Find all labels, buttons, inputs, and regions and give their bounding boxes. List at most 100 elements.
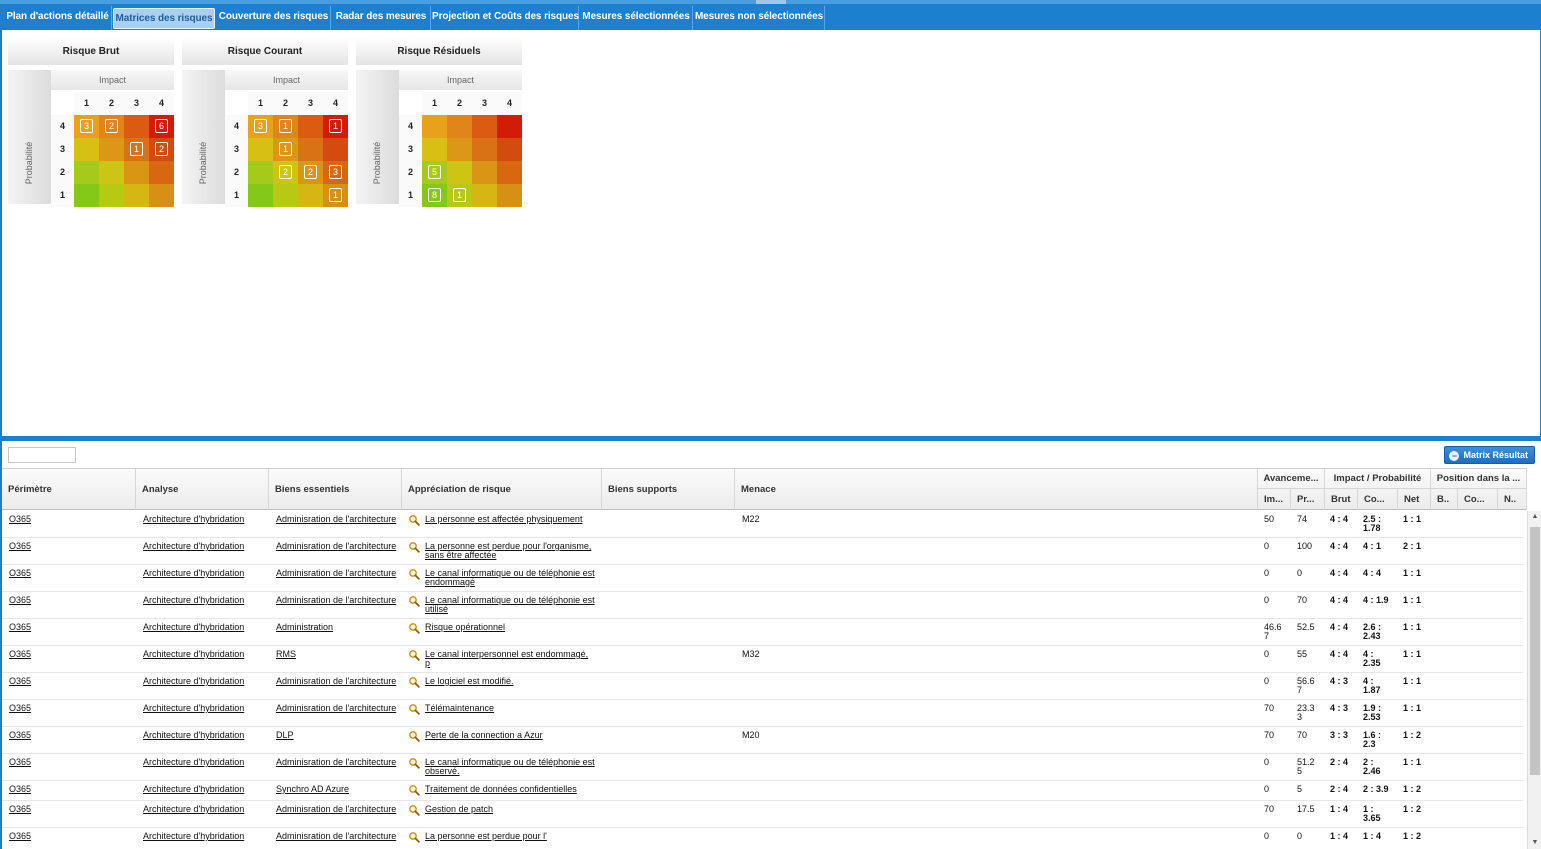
risk-count-badge[interactable]: 2 — [105, 119, 118, 133]
matrix-cell[interactable] — [298, 115, 323, 138]
matrix-cell[interactable] — [99, 138, 124, 161]
col-pos-brut[interactable]: B.. — [1431, 489, 1458, 510]
cell-appreciation[interactable]: Le canal informatique ou de téléphonie e… — [425, 596, 595, 614]
cell-perimetre[interactable]: O365 — [9, 805, 31, 814]
cell-bien-essentiel[interactable]: Adminisration de l'architecture — [276, 596, 396, 605]
table-row[interactable]: O365 Architecture d'hybridation Adminisrat… — [2, 754, 1523, 781]
matrix-cell[interactable] — [472, 184, 497, 207]
matrix-cell[interactable] — [74, 138, 99, 161]
matrix-cell[interactable]: 5 — [422, 161, 447, 184]
col-appreciation[interactable]: Appréciation de risque — [402, 469, 602, 510]
matrix-cell[interactable] — [298, 184, 323, 207]
matrix-cell[interactable] — [497, 184, 522, 207]
matrix-cell[interactable] — [447, 138, 472, 161]
cell-bien-essentiel[interactable]: RMS — [276, 650, 296, 659]
matrix-cell[interactable]: 2 — [99, 115, 124, 138]
magnifier-icon[interactable] — [408, 804, 420, 816]
table-row[interactable]: O365 Architecture d'hybridation Adminisrat… — [2, 801, 1523, 828]
col-ip-courant[interactable]: Co... — [1358, 489, 1398, 510]
tab-projection-couts[interactable]: Projection et Coûts des risques — [432, 6, 579, 30]
matrix-resultat-button[interactable]: − Matrix Résultat — [1444, 446, 1535, 464]
cell-perimetre[interactable]: O365 — [9, 704, 31, 713]
matrix-cell[interactable] — [248, 184, 273, 207]
risk-count-badge[interactable]: 2 — [155, 142, 168, 156]
matrix-cell[interactable] — [74, 161, 99, 184]
cell-appreciation[interactable]: La personne est perdue pour l' — [425, 832, 595, 841]
group-impact-probabilite[interactable]: Impact / Probabilité — [1325, 469, 1431, 489]
cell-perimetre[interactable]: O365 — [9, 623, 31, 632]
matrix-cell[interactable]: 2 — [149, 138, 174, 161]
magnifier-icon[interactable] — [408, 703, 420, 715]
matrix-cell[interactable]: 1 — [273, 138, 298, 161]
cell-perimetre[interactable]: O365 — [9, 758, 31, 767]
matrix-cell[interactable] — [497, 161, 522, 184]
cell-analyse[interactable]: Architecture d'hybridation — [143, 650, 244, 659]
cell-appreciation[interactable]: Perte de la connection a Azur — [425, 731, 595, 740]
cell-perimetre[interactable]: O365 — [9, 542, 31, 551]
cell-bien-essentiel[interactable]: Adminisration de l'architecture — [276, 704, 396, 713]
risk-count-badge[interactable]: 2 — [304, 165, 317, 179]
matrix-cell[interactable]: 1 — [273, 115, 298, 138]
matrix-cell[interactable]: 3 — [248, 115, 273, 138]
matrix-cell[interactable] — [99, 184, 124, 207]
risk-count-badge[interactable]: 8 — [428, 188, 441, 202]
cell-bien-essentiel[interactable]: Synchro AD Azure — [276, 785, 349, 794]
cell-perimetre[interactable]: O365 — [9, 650, 31, 659]
cell-bien-essentiel[interactable]: Adminisration de l'architecture — [276, 758, 396, 767]
tab-matrices-risques[interactable]: Matrices des risques — [113, 8, 215, 29]
magnifier-icon[interactable] — [408, 831, 420, 843]
filter-input[interactable] — [8, 447, 76, 463]
col-biens-essentiels[interactable]: Biens essentiels — [269, 469, 402, 510]
cell-perimetre[interactable]: O365 — [9, 731, 31, 740]
tab-radar-mesures[interactable]: Radar des mesures — [332, 6, 431, 30]
scroll-down-arrow[interactable]: ▼ — [1528, 837, 1541, 849]
cell-appreciation[interactable]: Le canal informatique ou de téléphonie e… — [425, 569, 595, 587]
matrix-cell[interactable]: 1 — [323, 115, 348, 138]
matrix-cell[interactable] — [422, 138, 447, 161]
matrix-cell[interactable]: 2 — [273, 161, 298, 184]
magnifier-icon[interactable] — [408, 568, 420, 580]
matrix-cell[interactable] — [124, 184, 149, 207]
matrix-cell[interactable] — [149, 184, 174, 207]
cell-perimetre[interactable]: O365 — [9, 785, 31, 794]
scroll-up-arrow[interactable]: ▲ — [1528, 511, 1541, 523]
cell-appreciation[interactable]: Le canal interpersonnel est endommagé, p — [425, 650, 595, 668]
table-row[interactable]: O365 Architecture d'hybridation DLP Perte d… — [2, 727, 1523, 754]
magnifier-icon[interactable] — [408, 514, 420, 526]
cell-bien-essentiel[interactable]: DLP — [276, 731, 294, 740]
cell-analyse[interactable]: Architecture d'hybridation — [143, 569, 244, 578]
table-row[interactable]: O365 Architecture d'hybridation RMS Le cana… — [2, 646, 1523, 673]
cell-appreciation[interactable]: Traitement de données confidentielles — [425, 785, 595, 794]
cell-bien-essentiel[interactable]: Adminisration de l'architecture — [276, 677, 396, 686]
col-analyse[interactable]: Analyse — [136, 469, 269, 510]
cell-analyse[interactable]: Architecture d'hybridation — [143, 832, 244, 841]
matrix-cell[interactable]: 6 — [149, 115, 174, 138]
risk-count-badge[interactable]: 2 — [279, 165, 292, 179]
risk-count-badge[interactable]: 1 — [130, 142, 143, 156]
col-perimetre[interactable]: Périmètre — [2, 469, 136, 510]
risk-count-badge[interactable]: 3 — [329, 165, 342, 179]
matrix-cell[interactable] — [472, 138, 497, 161]
matrix-cell[interactable] — [248, 138, 273, 161]
cell-bien-essentiel[interactable]: Administration — [276, 623, 333, 632]
table-row[interactable]: O365 Architecture d'hybridation Adminisrat… — [2, 592, 1523, 619]
cell-appreciation[interactable]: La personne est perdue pour l'organisme,… — [425, 542, 595, 560]
group-position[interactable]: Position dans la ... — [1431, 469, 1527, 489]
risk-count-badge[interactable]: 6 — [155, 119, 168, 133]
risk-count-badge[interactable]: 1 — [279, 142, 292, 156]
col-ip-net[interactable]: Net — [1398, 489, 1431, 510]
tab-bar-handle[interactable] — [756, 0, 786, 4]
matrix-cell[interactable] — [149, 161, 174, 184]
cell-analyse[interactable]: Architecture d'hybridation — [143, 731, 244, 740]
matrix-cell[interactable]: 1 — [447, 184, 472, 207]
matrix-cell[interactable] — [298, 138, 323, 161]
col-menace[interactable]: Menace — [735, 469, 1258, 510]
tab-mesures-selectionnees[interactable]: Mesures sélectionnées — [580, 6, 693, 30]
magnifier-icon[interactable] — [408, 757, 420, 769]
matrix-cell[interactable] — [74, 184, 99, 207]
cell-analyse[interactable]: Architecture d'hybridation — [143, 758, 244, 767]
matrix-cell[interactable]: 1 — [124, 138, 149, 161]
cell-perimetre[interactable]: O365 — [9, 832, 31, 841]
matrix-cell[interactable]: 3 — [323, 161, 348, 184]
col-avancement-im[interactable]: Im... — [1258, 489, 1291, 510]
